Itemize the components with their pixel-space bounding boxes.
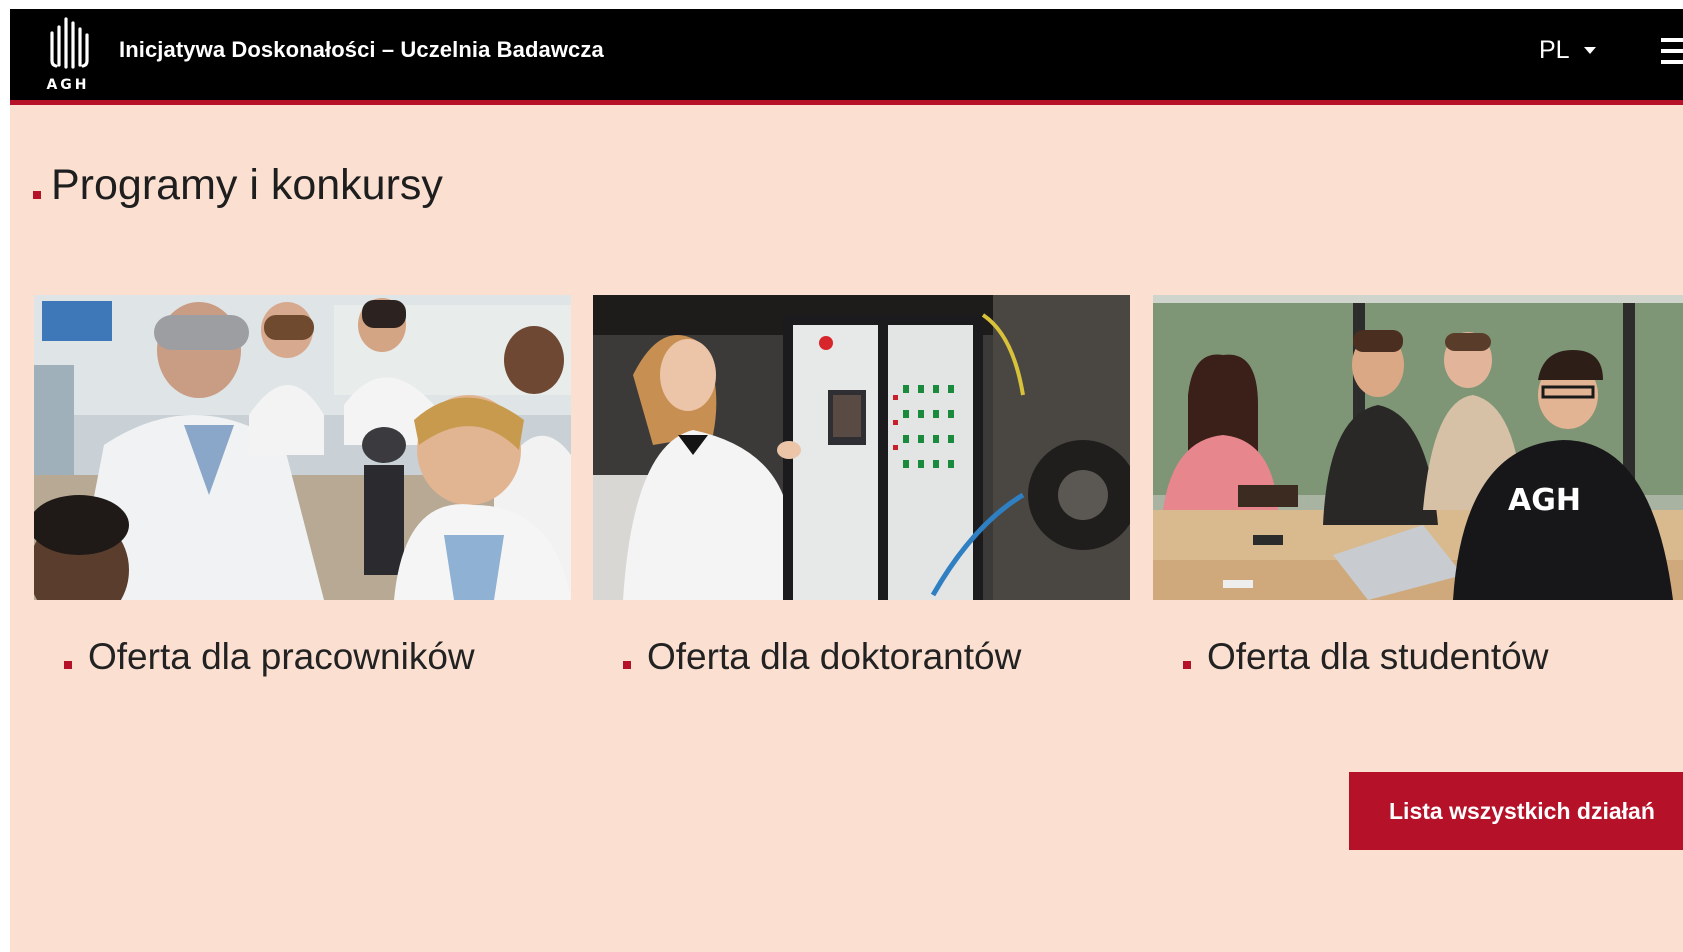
svg-text:AGH: AGH [1508,483,1581,518]
card-bullet [64,661,72,669]
header-accent-line [10,100,1683,105]
all-activities-button[interactable]: Lista wszystkich działań [1349,772,1683,850]
students-table-photo: AGH [1153,295,1683,600]
title-bullet [33,191,41,199]
language-switcher[interactable]: PL [1539,36,1596,65]
section-title: Programy i konkursy [33,161,443,210]
language-label: PL [1539,36,1570,64]
researcher-control-panel-photo [593,295,1130,600]
top-navbar: AGH Inicjatywa Doskonałości – Uczelnia B… [10,9,1683,100]
hamburger-icon[interactable] [1661,36,1683,66]
card-title-text: Oferta dla studentów [1207,636,1549,677]
logo-text: AGH [46,77,90,93]
site-title[interactable]: Inicjatywa Doskonałości – Uczelnia Badaw… [119,37,604,63]
card-bullet [623,661,631,669]
card-title-pracownicy[interactable]: Oferta dla pracowników [64,636,475,678]
card-bullet [1183,661,1191,669]
section-title-text: Programy i konkursy [51,161,443,209]
card-doktoranci[interactable]: Oferta dla doktorantów [593,295,1130,677]
agh-logo-icon [50,17,89,69]
card-pracownicy[interactable]: Oferta dla pracowników [34,295,571,677]
agh-logo[interactable]: AGH [44,15,92,93]
caret-down-icon [1583,47,1596,54]
card-title-studenci[interactable]: Oferta dla studentów [1183,636,1548,678]
card-title-doktoranci[interactable]: Oferta dla doktorantów [623,636,1021,678]
card-title-text: Oferta dla pracowników [88,636,475,677]
card-title-text: Oferta dla doktorantów [647,636,1022,677]
lab-scientists-photo [34,295,571,600]
card-studenci[interactable]: AGH Oferta dla studentów [1153,295,1683,677]
page-frame: AGH Inicjatywa Doskonałości – Uczelnia B… [10,9,1683,952]
